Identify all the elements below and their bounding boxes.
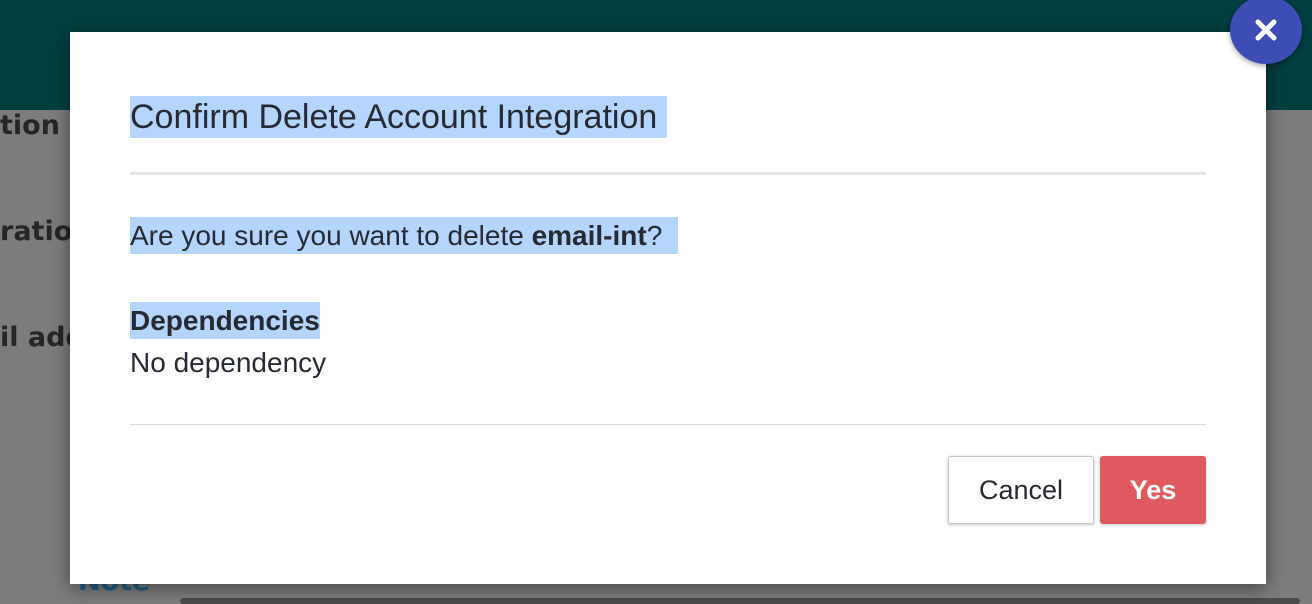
confirm-delete-dialog: Confirm Delete Account Integration Are y… — [70, 32, 1266, 584]
question-prefix: Are you sure you want to delete — [130, 220, 532, 251]
background-text-line — [180, 598, 1300, 604]
dependencies-heading: Dependencies — [130, 302, 320, 339]
cancel-button[interactable]: Cancel — [948, 456, 1094, 524]
item-name: email-int — [531, 220, 647, 251]
dependencies-value: No dependency — [130, 347, 327, 378]
question-suffix: ? — [646, 220, 663, 251]
title-divider — [130, 172, 1206, 175]
close-icon — [1255, 19, 1277, 41]
footer-divider — [130, 424, 1206, 425]
delete-confirmation-text: Are you sure you want to delete email-in… — [130, 217, 679, 254]
yes-button[interactable]: Yes — [1100, 456, 1206, 524]
dialog-title: Confirm Delete Account Integration — [130, 96, 668, 138]
